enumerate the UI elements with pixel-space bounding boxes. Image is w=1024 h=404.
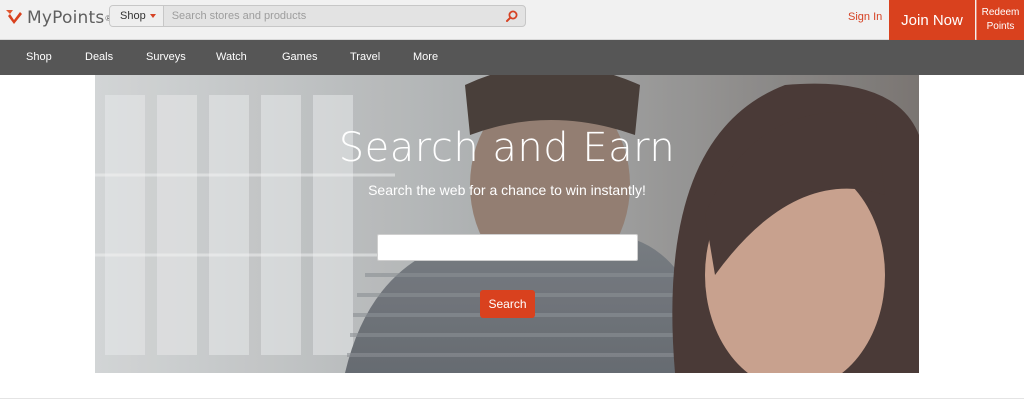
logo[interactable]: MyPoints ® xyxy=(6,7,111,29)
hero-background-photo xyxy=(95,75,919,373)
search-icon xyxy=(506,10,518,22)
nav-item-games[interactable]: Games xyxy=(282,51,317,63)
caret-down-icon xyxy=(149,14,156,18)
hero-title: Search and Earn xyxy=(338,125,676,171)
hero-search-button[interactable]: Search xyxy=(480,290,535,318)
shop-category-select[interactable]: Shop xyxy=(110,6,164,26)
redeem-label-line2: Points xyxy=(986,21,1015,32)
nav-item-travel[interactable]: Travel xyxy=(350,51,380,63)
nav-item-shop[interactable]: Shop xyxy=(26,51,52,63)
redeem-points-button[interactable]: Redeem Points xyxy=(976,0,1024,40)
nav-item-deals[interactable]: Deals xyxy=(85,51,113,63)
join-now-button[interactable]: Join Now xyxy=(889,0,975,40)
mypoints-logo-icon xyxy=(6,10,22,26)
search-input[interactable] xyxy=(163,6,499,26)
logo-text: MyPoints xyxy=(27,8,105,28)
main-nav: Shop Deals Surveys Watch Games Travel Mo… xyxy=(0,40,1024,75)
search-button[interactable] xyxy=(499,6,525,26)
header-search-bar: Shop xyxy=(109,5,526,27)
nav-item-more[interactable]: More xyxy=(413,51,438,63)
top-header: MyPoints ® Shop Sign In Join Now Redeem … xyxy=(0,0,1024,40)
divider xyxy=(0,398,1024,399)
hero-search-input[interactable] xyxy=(377,234,638,261)
hero-banner: Search and Earn Search the web for a cha… xyxy=(95,75,919,373)
hero-subtitle: Search the web for a chance to win insta… xyxy=(368,182,646,198)
shop-select-label: Shop xyxy=(120,10,146,22)
redeem-label-line1: Redeem xyxy=(981,7,1020,18)
nav-item-surveys[interactable]: Surveys xyxy=(146,51,186,63)
nav-item-watch[interactable]: Watch xyxy=(216,51,247,63)
sign-in-link[interactable]: Sign In xyxy=(848,11,882,23)
